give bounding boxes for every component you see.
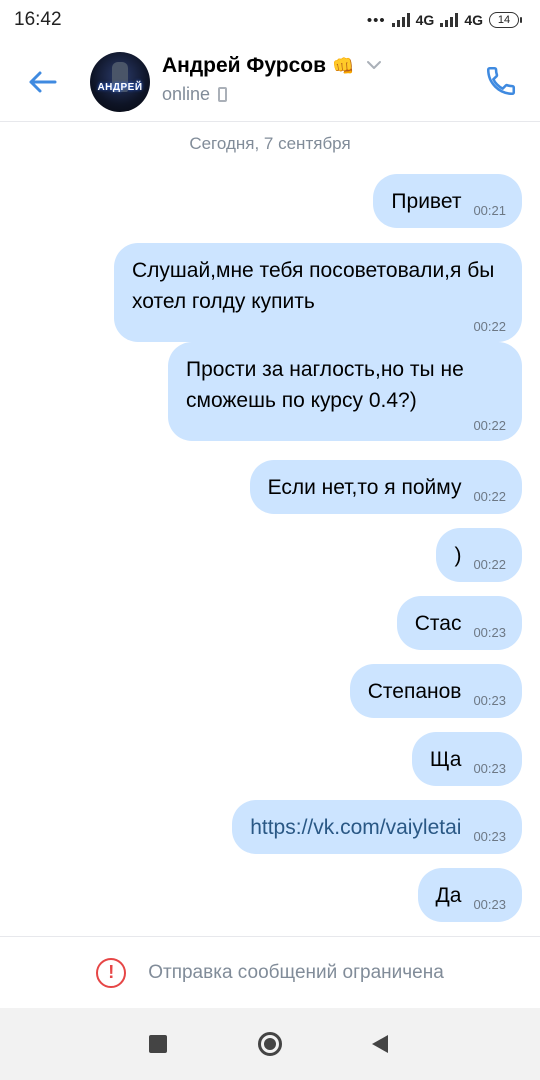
message-bubble[interactable]: Если нет,то я пойму 00:22 bbox=[249, 460, 522, 514]
avatar-text: АНДРЕЙ bbox=[97, 81, 143, 93]
chat-header: АНДРЕЙ Андрей Фурсов 👊 online bbox=[0, 40, 540, 122]
message-time: 00:22 bbox=[473, 319, 506, 334]
message-bubble[interactable]: Слушай,мне тебя посоветовали,я бы хотел … bbox=[114, 243, 522, 342]
message-text: Прости за наглость,но ты не сможешь по к… bbox=[186, 358, 464, 412]
message-text: Ща bbox=[429, 747, 462, 771]
status-time: 16:42 bbox=[14, 9, 62, 30]
date-separator: Сегодня, 7 сентября bbox=[189, 134, 351, 153]
recent-apps-icon[interactable] bbox=[146, 1032, 170, 1056]
system-nav-bar bbox=[0, 1008, 540, 1080]
network-type-1: 4G bbox=[415, 12, 435, 28]
battery-level: 14 bbox=[489, 12, 519, 28]
back-arrow-icon[interactable] bbox=[22, 62, 62, 102]
message-time: 00:22 bbox=[473, 489, 506, 504]
message-text: Привет bbox=[391, 189, 462, 213]
message-bubble[interactable]: Прости за наглость,но ты не сможешь по к… bbox=[168, 342, 522, 441]
message-bubble[interactable]: Стас 00:23 bbox=[396, 596, 522, 650]
contact-info[interactable]: Андрей Фурсов 👊 online bbox=[162, 54, 382, 105]
message-time: 00:23 bbox=[473, 761, 506, 776]
message-time: 00:23 bbox=[473, 897, 506, 912]
message-bubble[interactable]: Степанов 00:23 bbox=[349, 664, 522, 718]
status-bar: 16:42 ••• 4G 4G 14 bbox=[0, 0, 540, 40]
contact-name: Андрей Фурсов bbox=[162, 54, 327, 77]
message-time: 00:22 bbox=[473, 557, 506, 572]
message-bubble[interactable]: Да 00:23 bbox=[417, 868, 522, 922]
contact-status: online bbox=[162, 84, 211, 104]
message-text: Если нет,то я пойму bbox=[267, 475, 462, 499]
avatar[interactable]: АНДРЕЙ bbox=[90, 52, 150, 112]
warning-icon: ! bbox=[96, 957, 127, 988]
call-icon[interactable] bbox=[480, 60, 522, 102]
mobile-phone-icon bbox=[218, 87, 228, 102]
message-bubble[interactable]: ) 00:22 bbox=[436, 528, 522, 582]
status-icons: ••• 4G 4G 14 bbox=[367, 12, 522, 29]
message-bubble[interactable]: Привет 00:21 bbox=[373, 174, 522, 228]
message-time: 00:23 bbox=[473, 693, 506, 708]
message-time: 00:21 bbox=[473, 203, 506, 218]
message-text: Стас bbox=[414, 611, 462, 635]
chevron-down-icon[interactable] bbox=[366, 57, 382, 75]
signal-icon bbox=[391, 13, 410, 27]
restricted-composer: ! Отправка сообщений ограничена bbox=[0, 936, 540, 1008]
message-time: 00:23 bbox=[473, 829, 506, 844]
battery-icon: 14 bbox=[489, 12, 522, 28]
signal-icon-2 bbox=[440, 13, 459, 27]
message-bubble[interactable]: Ща 00:23 bbox=[411, 732, 522, 786]
restricted-label: Отправка сообщений ограничена bbox=[148, 961, 444, 983]
message-text: ) bbox=[454, 543, 462, 567]
back-icon[interactable] bbox=[368, 1032, 392, 1056]
home-icon[interactable] bbox=[258, 1032, 282, 1056]
message-text: Слушай,мне тебя посоветовали,я бы хотел … bbox=[132, 259, 495, 313]
message-time: 00:22 bbox=[473, 418, 506, 433]
message-text: Да bbox=[435, 883, 462, 907]
message-link[interactable]: https://vk.com/vaiyletai bbox=[250, 812, 461, 843]
message-bubble-link[interactable]: https://vk.com/vaiyletai 00:23 bbox=[232, 800, 522, 854]
fist-emoji: 👊 bbox=[332, 55, 355, 76]
message-time: 00:23 bbox=[473, 625, 506, 640]
notification-dots-icon: ••• bbox=[366, 11, 386, 29]
network-type-2: 4G bbox=[464, 12, 483, 28]
message-text: Степанов bbox=[367, 679, 462, 703]
